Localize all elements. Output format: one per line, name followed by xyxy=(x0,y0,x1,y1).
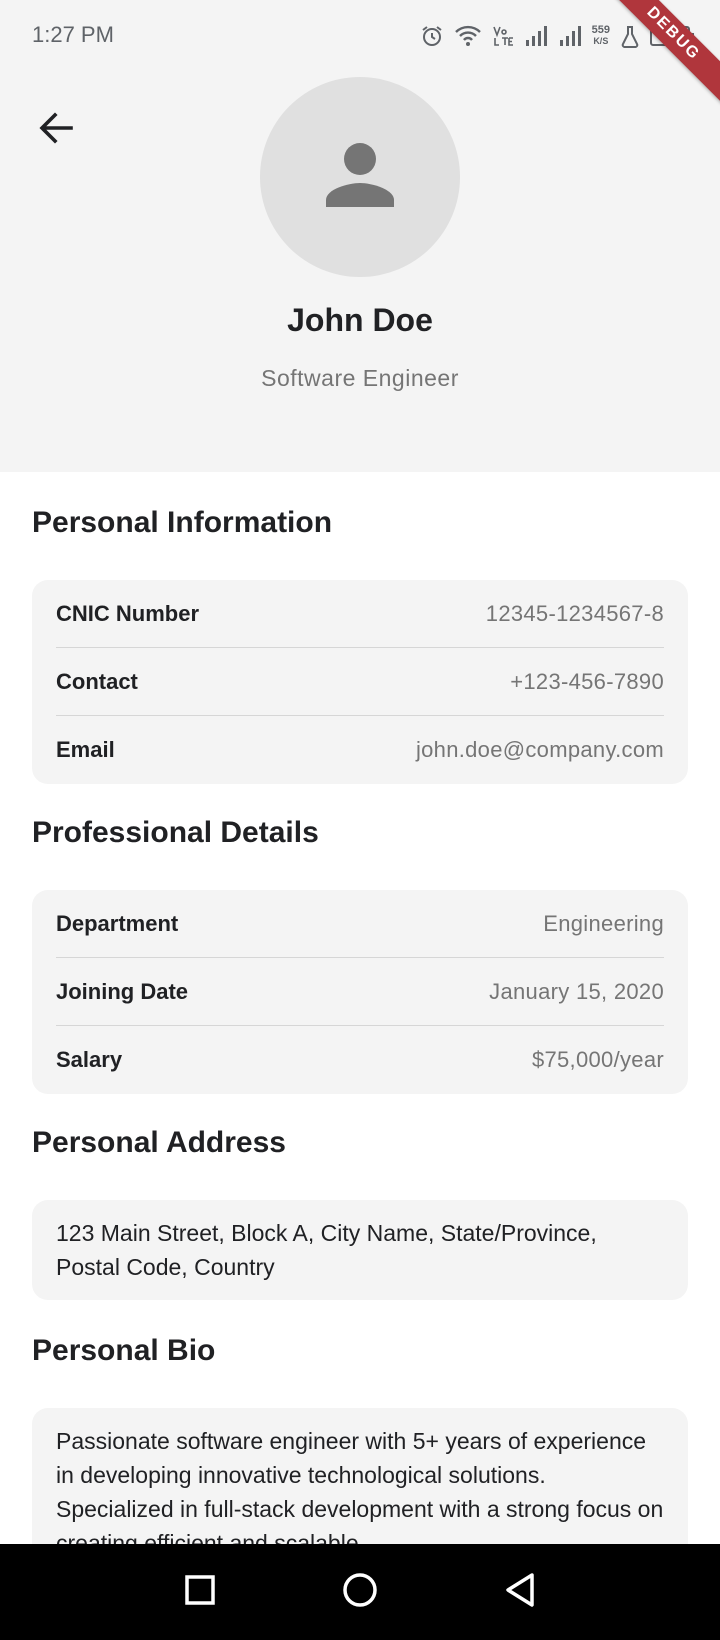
detail-label: Department xyxy=(56,910,179,936)
info-value: +123-456-7890 xyxy=(510,668,664,694)
detail-value: January 15, 2020 xyxy=(489,978,664,1004)
detail-label: Salary xyxy=(56,1047,123,1072)
network-speed-unit: K/S xyxy=(593,36,609,46)
personal-address-card: 123 Main Street, Block A, City Name, Sta… xyxy=(32,1200,688,1300)
profile-role: Software Engineer xyxy=(261,365,459,391)
back-button[interactable] xyxy=(28,102,84,158)
personal-information-card: CNIC Number 12345-1234567-8 Contact +123… xyxy=(32,580,688,784)
lab-flask-icon xyxy=(620,24,640,48)
detail-row-department: Department Engineering xyxy=(56,890,664,958)
professional-details-card: Department Engineering Joining Date Janu… xyxy=(32,890,688,1094)
profile-header: 1:27 PM 559 K/S DEBUG John Doe Software … xyxy=(0,0,720,472)
nav-back-button[interactable] xyxy=(490,1562,550,1622)
nav-home-button[interactable] xyxy=(330,1562,390,1622)
volte-icon xyxy=(492,24,514,48)
section-title-personal-bio: Personal Bio xyxy=(32,1334,216,1367)
info-value: 12345-1234567-8 xyxy=(485,600,664,626)
network-speed: 559 K/S xyxy=(592,25,610,47)
wifi-icon xyxy=(454,24,482,48)
network-speed-value: 559 xyxy=(591,24,610,36)
detail-row-joining-date: Joining Date January 15, 2020 xyxy=(56,958,664,1026)
nav-recents-button[interactable] xyxy=(170,1562,230,1622)
detail-value: Engineering xyxy=(543,910,664,936)
detail-row-salary: Salary $75,000/year xyxy=(56,1026,664,1094)
triangle-back-icon xyxy=(504,1572,536,1613)
detail-label: Joining Date xyxy=(56,978,189,1004)
signal-icon-1 xyxy=(524,24,548,48)
square-icon xyxy=(184,1574,216,1611)
info-label: Email xyxy=(56,737,115,762)
arrow-left-icon xyxy=(37,109,75,152)
info-row-cnic: CNIC Number 12345-1234567-8 xyxy=(56,580,664,648)
person-icon xyxy=(324,139,396,216)
section-title-personal-information: Personal Information xyxy=(32,506,333,539)
profile-name: John Doe xyxy=(287,302,433,338)
avatar[interactable] xyxy=(260,77,460,277)
info-row-contact: Contact +123-456-7890 xyxy=(56,648,664,716)
info-row-email: Email john.doe@company.com xyxy=(56,716,664,784)
info-value: john.doe@company.com xyxy=(415,737,664,762)
info-label: Contact xyxy=(56,668,138,694)
status-bar: 1:27 PM 559 K/S xyxy=(0,0,720,72)
status-time: 1:27 PM xyxy=(32,22,114,47)
section-title-professional-details: Professional Details xyxy=(32,816,319,849)
section-title-personal-address: Personal Address xyxy=(32,1126,286,1159)
signal-icon-2 xyxy=(558,24,582,48)
info-label: CNIC Number xyxy=(56,600,200,626)
circle-icon xyxy=(342,1572,378,1613)
detail-value: $75,000/year xyxy=(531,1047,664,1072)
system-navigation-bar xyxy=(0,1544,720,1640)
alarm-icon xyxy=(420,24,444,48)
